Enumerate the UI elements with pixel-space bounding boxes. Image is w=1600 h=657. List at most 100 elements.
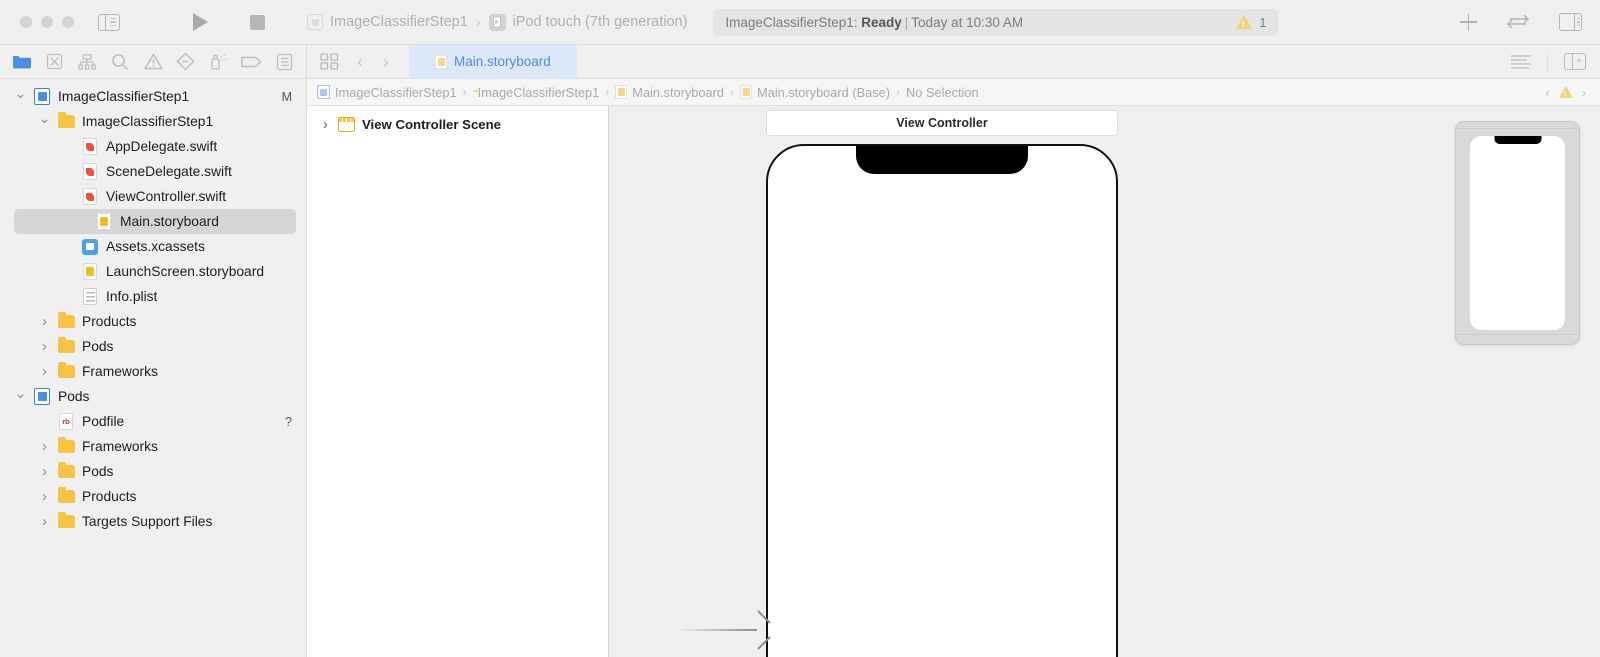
- warning-triangle-icon[interactable]: [1558, 86, 1573, 98]
- stop-button[interactable]: [250, 14, 265, 30]
- breadcrumb-label: Main.storyboard: [632, 84, 725, 100]
- jump-bar[interactable]: ImageClassifierStep1 › ImageClassifierStep…: [307, 79, 1600, 106]
- go-forward-icon[interactable]: ›: [373, 52, 399, 72]
- breadcrumb[interactable]: ImageClassifierStep1 › ImageClassifierStep…: [317, 85, 979, 100]
- storyboard-canvas[interactable]: View Controller: [609, 106, 1600, 657]
- list-item[interactable]: Frameworks: [0, 434, 306, 459]
- breadcrumb-segment[interactable]: ImageClassifierStep1: [317, 85, 457, 100]
- destination-label: iPod touch (7th generation): [512, 14, 688, 30]
- minimize-button[interactable]: [41, 16, 53, 28]
- disclosure-triangle-icon[interactable]: [38, 338, 51, 355]
- sidebar-item-project-navigator[interactable]: [11, 51, 32, 72]
- breadcrumb-separator: ›: [605, 85, 610, 99]
- list-item-label: SceneDelegate.swift: [106, 164, 232, 179]
- list-item-label: Info.plist: [106, 289, 158, 304]
- list-item[interactable]: rb Podfile?: [0, 409, 306, 434]
- device-preview-thumbnail[interactable]: [1455, 121, 1580, 345]
- ruby-icon: rb: [57, 413, 75, 431]
- breadcrumb-segment[interactable]: ImageClassifierStep1: [473, 85, 600, 100]
- disclosure-triangle-icon[interactable]: [38, 113, 51, 130]
- status-warning-badge[interactable]: 1: [1236, 15, 1266, 30]
- disclosure-triangle-icon[interactable]: [38, 438, 51, 455]
- tab-label: Main.storyboard: [454, 54, 551, 69]
- zoom-button[interactable]: [62, 16, 74, 28]
- list-item-label: Pods: [82, 464, 114, 479]
- list-item[interactable]: Products: [0, 484, 306, 509]
- sidebar-item-test-navigator[interactable]: [175, 51, 196, 72]
- list-item[interactable]: ImageClassifierStep1: [0, 109, 306, 134]
- list-item[interactable]: ViewController.swift: [0, 184, 306, 209]
- list-item[interactable]: Frameworks: [0, 359, 306, 384]
- go-back-icon[interactable]: ‹: [347, 52, 373, 72]
- document-outline-panel[interactable]: View Controller Scene: [307, 106, 609, 657]
- window-controls[interactable]: [20, 16, 74, 28]
- list-item[interactable]: Assets.xcassets: [0, 234, 306, 259]
- sidebar-item-breakpoint-navigator[interactable]: [241, 51, 262, 72]
- list-item[interactable]: Pods: [0, 459, 306, 484]
- status-time-label: Today at 10:30 AM: [911, 14, 1024, 30]
- list-item[interactable]: ImageClassifierStep1 M: [0, 84, 306, 109]
- issue-navigation-controls[interactable]: ‹ ›: [1545, 85, 1590, 100]
- disclosure-triangle-icon[interactable]: [38, 513, 51, 530]
- divider: [1547, 53, 1548, 70]
- breadcrumb-segment[interactable]: No Selection: [906, 85, 979, 100]
- related-items-icon[interactable]: [317, 53, 341, 70]
- view-controller-device-frame[interactable]: [766, 144, 1118, 657]
- editor-tab-bar: ‹ › Main.storyboard +: [307, 44, 1600, 79]
- list-item-label: Frameworks: [82, 364, 158, 379]
- project-file-list[interactable]: ImageClassifierStep1MImageClassifierStep…: [0, 79, 306, 657]
- previous-issue-icon[interactable]: ‹: [1545, 85, 1549, 100]
- run-button[interactable]: [193, 13, 208, 31]
- sidebar-item-debug-navigator[interactable]: [208, 51, 229, 72]
- storyboard-icon: [95, 213, 113, 231]
- sidebar-item-symbol-navigator[interactable]: [77, 51, 98, 72]
- list-item[interactable]: Info.plist: [0, 284, 306, 309]
- disclosure-triangle-icon[interactable]: [14, 88, 27, 105]
- navigator-toggle-icon[interactable]: [98, 13, 120, 31]
- editor-options-icon[interactable]: [1506, 15, 1530, 29]
- status-badge: ?: [285, 414, 292, 429]
- sidebar-item-find-navigator[interactable]: [110, 51, 131, 72]
- disclosure-triangle-icon[interactable]: [38, 463, 51, 480]
- sidebar-item-source-control-navigator[interactable]: [44, 51, 65, 72]
- outline-item-view-controller-scene[interactable]: View Controller Scene: [307, 112, 608, 136]
- editor-history-controls[interactable]: ‹ ›: [347, 52, 399, 72]
- next-issue-icon[interactable]: ›: [1582, 85, 1586, 100]
- folder-icon: [57, 437, 75, 456]
- scene-title-bar[interactable]: View Controller: [766, 110, 1118, 136]
- list-item[interactable]: Targets Support Files: [0, 509, 306, 534]
- inspector-toggle-icon[interactable]: [1559, 13, 1582, 31]
- breadcrumb-segment[interactable]: Main.storyboard (Base): [740, 85, 890, 100]
- disclosure-triangle-icon[interactable]: [319, 116, 332, 133]
- breadcrumb-label: ImageClassifierStep1: [335, 84, 457, 100]
- list-item[interactable]: Main.storyboard: [14, 209, 296, 234]
- swift-icon: [81, 138, 99, 156]
- list-item-label: Products: [82, 489, 137, 504]
- initial-view-controller-arrow[interactable]: [681, 614, 771, 646]
- folder-icon: [57, 337, 75, 356]
- list-item[interactable]: LaunchScreen.storyboard: [0, 259, 306, 284]
- scheme-selector[interactable]: ImageClassifierStep1 › iPod touch (7th g…: [307, 13, 688, 31]
- close-button[interactable]: [20, 16, 32, 28]
- disclosure-triangle-icon[interactable]: [38, 363, 51, 380]
- list-item[interactable]: AppDelegate.swift: [0, 134, 306, 159]
- disclosure-triangle-icon[interactable]: [38, 313, 51, 330]
- breadcrumb-separator: ›: [730, 85, 735, 99]
- list-item[interactable]: Pods: [0, 384, 306, 409]
- sidebar-item-issue-navigator[interactable]: [143, 51, 164, 72]
- tab-main-storyboard[interactable]: Main.storyboard: [409, 44, 577, 79]
- disclosure-triangle-icon[interactable]: [38, 488, 51, 505]
- breadcrumb-segment[interactable]: Main.storyboard: [615, 85, 724, 100]
- list-item[interactable]: SceneDelegate.swift: [0, 159, 306, 184]
- device-preview-screen: [1470, 136, 1565, 330]
- sidebar-item-report-navigator[interactable]: [274, 51, 295, 72]
- swift-icon: [81, 163, 99, 181]
- minimap-icon[interactable]: [1511, 54, 1531, 69]
- disclosure-triangle-icon[interactable]: [14, 388, 27, 405]
- add-editor-icon[interactable]: +: [1564, 53, 1586, 70]
- list-item[interactable]: Products: [0, 309, 306, 334]
- titlebar: ImageClassifierStep1 › iPod touch (7th g…: [0, 0, 1600, 45]
- add-icon[interactable]: [1460, 13, 1477, 31]
- list-item[interactable]: Pods: [0, 334, 306, 359]
- titlebar-right-controls: [1460, 13, 1586, 31]
